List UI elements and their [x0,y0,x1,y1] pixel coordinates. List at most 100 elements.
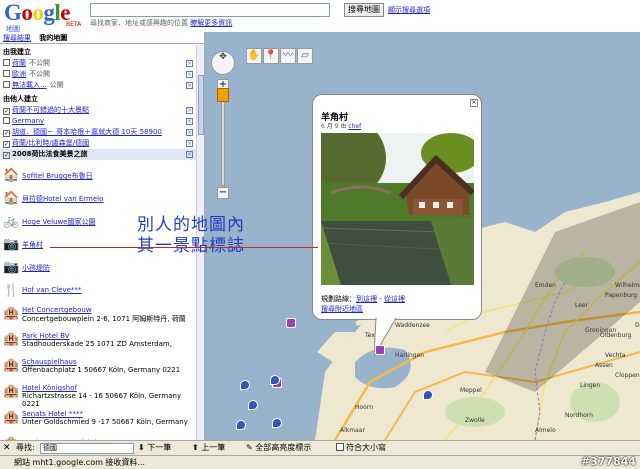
place-item[interactable]: 🏨 Het Concertgebouw Concertgebouwplein 2-6… [0,305,196,331]
pan-control[interactable]: ✥ [211,51,235,75]
checkbox[interactable]: ✓ [3,108,10,115]
place-name-link[interactable]: Hotel Königshof [22,383,196,392]
search-nearby-link[interactable]: 搜尋附近地區 [321,304,363,314]
place-address: Richartzstrasse 14 - 16 50667 Köln, Germ… [22,392,182,408]
tab-my-maps[interactable]: 我的地圖 [39,32,67,44]
map-place-label: Hoorn [355,404,374,411]
place-item[interactable]: 🏨 Schauspielhaus Offenbachplatz 1 50667 Kö… [0,357,196,383]
map-list-item[interactable]: ✓ 2008荷比法食美景之旅 × [0,149,204,160]
logo-letter: o [21,0,33,25]
map-list-item[interactable]: Germany × [0,116,204,127]
shape-icon[interactable]: ▱ [297,48,313,64]
map-name-link[interactable]: 荷蘭不可錯過的十大景點 [12,106,89,114]
zoom-slider-thumb[interactable] [217,88,229,102]
visibility-tag: 不公開 [29,70,50,78]
google-logo[interactable]: Google [4,0,70,26]
remove-icon[interactable]: × [186,151,193,158]
map-list-item[interactable]: 歐洲 不公開 × [0,69,204,80]
place-name-link[interactable]: 貝拉德Hotel van Ermelo [22,190,196,204]
place-name-link[interactable]: Park Hotel BV [22,331,196,340]
checkbox[interactable]: ✓ [3,130,10,137]
place-item[interactable]: 📷 小孩堤防 [0,259,196,282]
place-item[interactable]: 🍴 Hof van Cleve*** [0,282,196,305]
route-from-link[interactable]: 從這裡 [384,295,405,303]
search-input[interactable] [90,3,330,17]
map-toolbar: ✋ 📍 〰 ▱ [246,48,314,66]
annotation-underline [50,247,318,248]
checkbox[interactable] [3,59,10,66]
learn-more-link[interactable]: 瞭解更多資訊 [190,19,232,27]
map-name-link[interactable]: 歐洲 [12,70,26,78]
info-date: 6 月 9 由 chef [321,121,361,130]
map-place-label: Meppel [460,387,482,394]
pin-marker[interactable] [240,380,250,390]
map-name-link[interactable]: 荷蘭/比利時/盧森堡/德國 [12,139,89,147]
pin-marker[interactable] [270,375,280,385]
search-hint: 尋找商家、地址或感興趣的位置 瞭解更多資訊 [90,18,232,28]
house-icon: 🏠 [3,191,20,206]
find-prev-button[interactable]: ⬆ 上一筆 [192,441,225,455]
zoom-out-button[interactable]: − [217,187,229,199]
map-place-label: Assen [595,362,613,369]
checkbox[interactable]: ✓ [3,141,10,148]
map-name-link[interactable]: Germany [12,117,44,125]
match-case-checkbox[interactable]: 符合大小寫 [336,441,386,455]
search-maps-button[interactable]: 搜尋地圖 [344,3,384,17]
close-icon[interactable]: × [470,99,478,107]
map-name-link[interactable]: 2008荷比法食美景之旅 [12,150,87,158]
map-name-link[interactable]: 無法載入... [12,81,47,89]
place-name-link[interactable]: Schauspielhaus [22,357,196,366]
zoom-slider-track[interactable] [221,93,225,186]
place-name-link[interactable]: Het Concertgebouw [22,305,196,314]
tab-search-results[interactable]: 搜尋結果 [3,32,31,44]
place-item[interactable]: 🏨 Hotel Königshof Richartzstrasse 14 - 16 … [0,383,196,409]
find-next-button[interactable]: ⬇ 下一筆 [138,441,171,455]
camera-marker[interactable] [286,318,296,328]
remove-icon[interactable]: × [186,60,193,67]
line-icon[interactable]: 〰 [280,48,296,64]
place-item[interactable]: 🏨 Senats Hotel **** Unter Goldschmied 9 -1… [0,409,196,435]
search-options-link[interactable]: 顯示搜尋選項 [388,5,430,15]
remove-icon[interactable]: × [186,82,193,89]
checkbox[interactable]: ✓ [3,152,10,159]
remove-icon[interactable]: × [186,140,193,147]
place-name-link[interactable]: Hof van Cleve*** [22,282,196,294]
remove-icon[interactable]: × [186,129,193,136]
checkbox[interactable] [3,70,10,77]
remove-icon[interactable]: × [186,118,193,125]
pin-marker[interactable] [272,418,282,428]
annotation-line2: 其一景點標誌 [137,236,245,256]
place-name-link[interactable]: 小孩堤防 [22,259,196,273]
close-icon[interactable]: ✕ [3,443,11,453]
place-item[interactable]: 🏠 Sofitel Brugge布魯日 [0,167,196,190]
pin-marker[interactable] [248,400,258,410]
place-name-link[interactable]: Senats Hotel **** [22,409,196,418]
route-to-link[interactable]: 到這裡 [356,295,377,303]
map-list-item[interactable]: ✓ 胡道．德國－ 哥本哈根＋嘉就大德 10天 58900 × [0,127,204,138]
hand-icon[interactable]: ✋ [246,48,262,64]
pin-icon[interactable]: 📍 [263,48,279,64]
map-place-label: Papenburg [605,292,638,299]
place-name-link[interactable]: Sofitel Brugge布魯日 [22,167,196,181]
pin-marker[interactable] [423,390,433,400]
remove-icon[interactable]: × [186,107,193,114]
bed-icon: 🏨 [3,306,20,321]
map-list-item[interactable]: ✓ 荷蘭/比利時/盧森堡/德國 × [0,138,204,149]
map-name-link[interactable]: 荷蘭 [12,59,26,67]
highlight-all-button[interactable]: ✎ 全部高亮度標示 [246,441,311,455]
place-item[interactable]: 🏨 Park Hotel BV Stadhouderskade 25 1071 ZD… [0,331,196,357]
map-list-item[interactable]: 無法載入... 公開 × [0,80,204,91]
map-place-label: Zwolle [465,417,485,424]
find-next-label: 下一筆 [147,443,172,452]
map-list-item[interactable]: ✓ 荷蘭不可錯過的十大景點 × [0,105,204,116]
checkbox[interactable] [3,117,10,124]
map-list-item[interactable]: 荷蘭 不公開 × [0,58,204,69]
remove-icon[interactable]: × [186,71,193,78]
scrollbar-thumb[interactable] [198,75,204,135]
author-link[interactable]: chef [348,123,361,130]
find-input[interactable]: 德國 [40,443,134,454]
map-name-link[interactable]: 胡道．德國－ 哥本哈根＋嘉就大德 10天 58900 [12,128,162,136]
camera-marker[interactable] [375,345,385,355]
pin-marker[interactable] [236,420,246,430]
checkbox[interactable] [3,81,10,88]
